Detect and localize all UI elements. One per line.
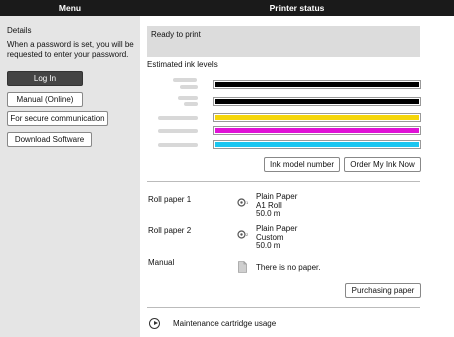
- main-panel: Ready to print Estimated ink levels Ink …: [140, 16, 454, 337]
- roll-paper-icon: 2: [237, 230, 249, 239]
- ready-status-text: Ready to print: [151, 30, 201, 39]
- roll-1-length: 50.0 m: [256, 209, 281, 218]
- svg-text:2: 2: [246, 232, 249, 237]
- menu-title: Menu: [58, 3, 82, 13]
- purchasing-paper-button[interactable]: Purchasing paper: [345, 283, 421, 298]
- ink-label-placeholder: [173, 78, 197, 82]
- details-text: When a password is set, you will be requ…: [7, 40, 134, 59]
- roll-paper-icon: 1: [237, 198, 249, 207]
- ink-model-number-button[interactable]: Ink model number: [264, 157, 340, 172]
- sidebar: Details When a password is set, you will…: [0, 16, 140, 337]
- printer-status-title: Printer status: [269, 3, 325, 13]
- top-bar: Menu Printer status: [0, 0, 454, 16]
- ink-level-bar: [213, 140, 421, 149]
- order-ink-button[interactable]: Order My Ink Now: [344, 157, 421, 172]
- expand-play-icon[interactable]: [149, 318, 160, 329]
- ink-label-placeholder: [158, 116, 198, 120]
- ink-label-placeholder: [158, 143, 198, 147]
- roll-paper-2-label: Roll paper 2: [148, 226, 192, 235]
- ink-fill-2: [215, 99, 419, 104]
- login-button[interactable]: Log In: [7, 71, 83, 86]
- manual-online-button[interactable]: Manual (Online): [7, 92, 83, 107]
- details-title: Details: [7, 26, 32, 35]
- roll-paper-1-label: Roll paper 1: [148, 195, 192, 204]
- roll-paper-2-info: Plain Paper Custom 50.0 m: [256, 224, 297, 251]
- manual-feed-status: There is no paper.: [256, 263, 321, 272]
- download-software-button[interactable]: Download Software: [7, 132, 92, 147]
- manual-feed-label: Manual: [148, 258, 175, 267]
- ink-level-bar: [213, 80, 421, 89]
- sheet-paper-icon: [238, 261, 247, 273]
- ink-label-placeholder: [180, 85, 198, 89]
- ink-label-placeholder: [178, 96, 198, 100]
- secure-communication-button[interactable]: For secure communication: [7, 111, 108, 126]
- ink-label-placeholder: [158, 129, 198, 133]
- estimated-ink-title: Estimated ink levels: [147, 60, 218, 69]
- ink-fill-3: [215, 115, 419, 120]
- ink-fill-4: [215, 128, 419, 133]
- ink-level-bar: [213, 113, 421, 122]
- roll-2-length: 50.0 m: [256, 241, 281, 250]
- roll-paper-1-info: Plain Paper A1 Roll 50.0 m: [256, 192, 297, 219]
- divider: [147, 307, 420, 308]
- status-box: Ready to print: [147, 26, 420, 57]
- ink-fill-1: [215, 82, 419, 87]
- ink-label-placeholder: [184, 102, 198, 106]
- maintenance-cartridge-label[interactable]: Maintenance cartridge usage: [173, 319, 276, 328]
- svg-text:1: 1: [246, 200, 249, 205]
- ink-level-bar: [213, 126, 421, 135]
- ink-level-bar: [213, 97, 421, 106]
- divider: [147, 181, 420, 182]
- ink-fill-5: [215, 142, 419, 147]
